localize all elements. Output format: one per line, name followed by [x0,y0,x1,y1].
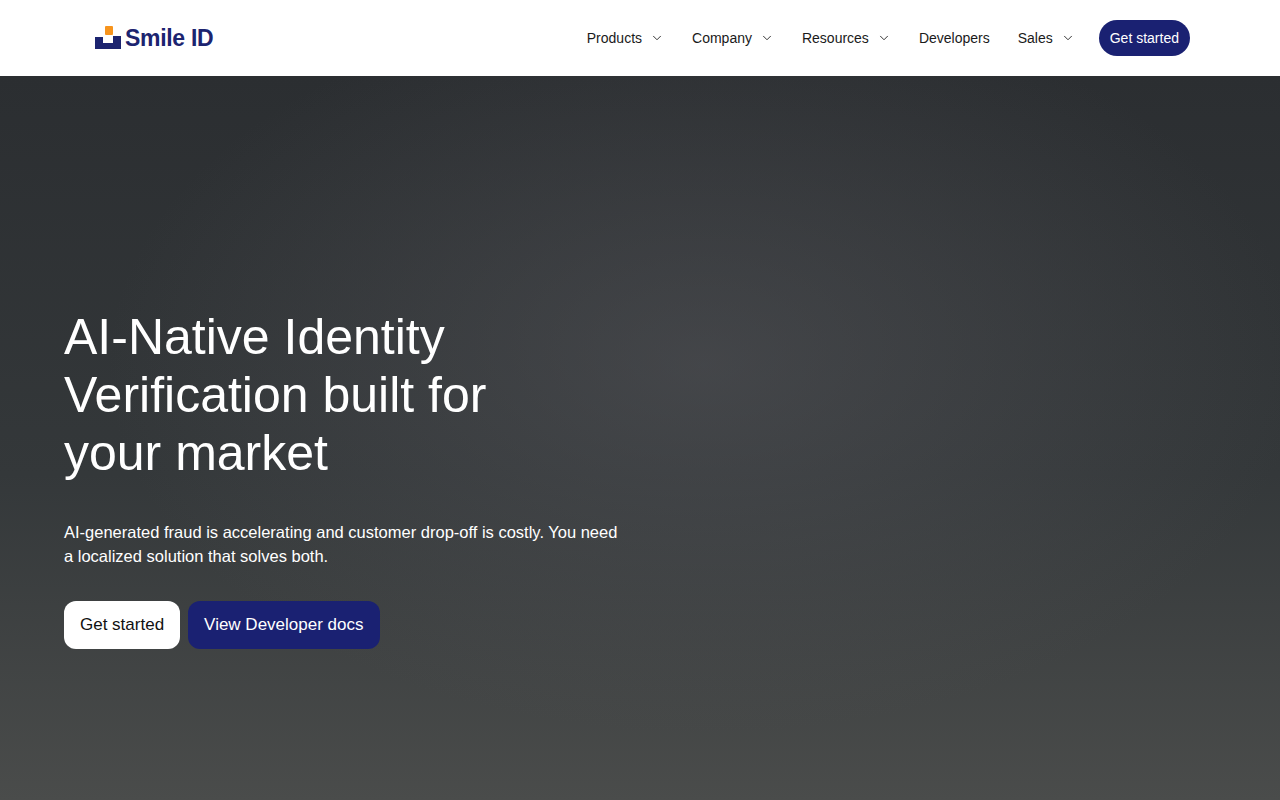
header: Smile ID Products Company Resources Develope… [0,0,1280,76]
hero-button[interactable]: View Developer docs [188,601,379,649]
chevron-down-icon [877,31,891,45]
logo[interactable]: Smile ID [95,25,213,52]
chevron-down-icon [760,31,774,45]
hero-button[interactable]: Get started [64,601,180,649]
hero-buttons: Get startedView Developer docs [64,601,1216,649]
hero-title: AI-Native Identity Verification built fo… [64,308,584,482]
hero: AI-Native Identity Verification built fo… [0,76,1280,800]
chevron-down-icon [1061,31,1075,45]
nav-item[interactable]: Sales [1018,30,1075,46]
nav-item[interactable]: Developers [919,30,990,46]
page: Smile ID Products Company Resources Develope… [0,0,1280,800]
logo-icon [95,25,121,51]
nav: Products Company Resources Developers Sales G… [587,20,1190,56]
nav-item[interactable]: Products [587,30,664,46]
get-started-button[interactable]: Get started [1099,20,1190,56]
nav-item[interactable]: Company [692,30,774,46]
hero-subtitle: AI-generated fraud is accelerating and c… [64,520,624,568]
nav-item[interactable]: Resources [802,30,891,46]
chevron-down-icon [650,31,664,45]
